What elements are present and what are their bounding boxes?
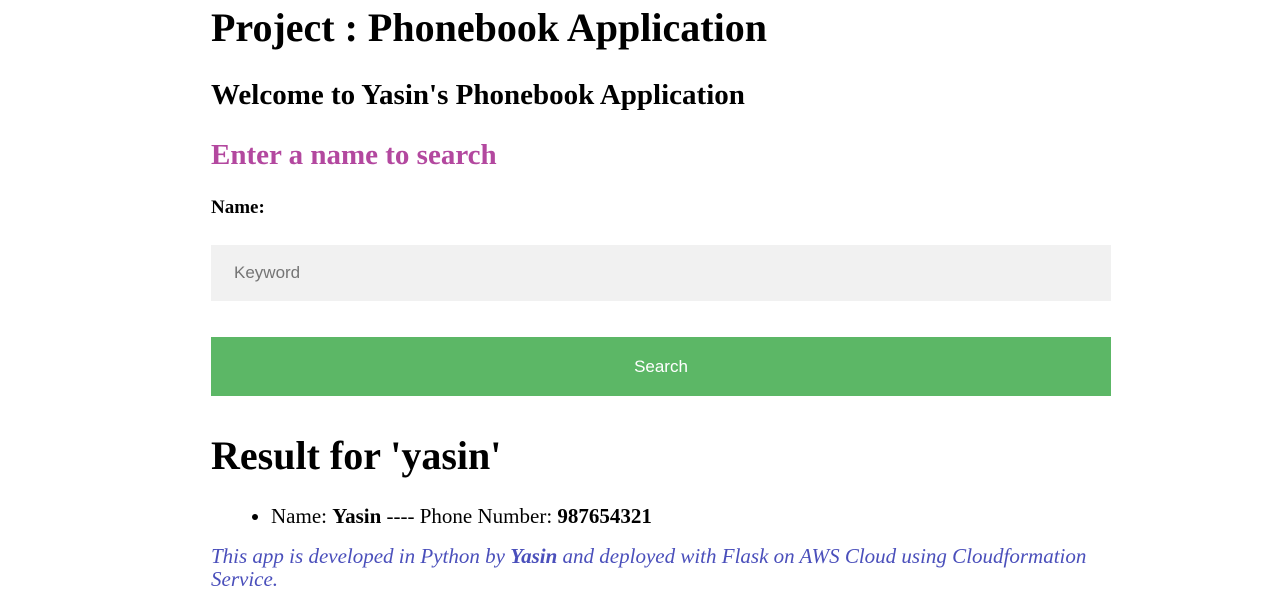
search-heading: Enter a name to search <box>211 139 497 171</box>
result-phone-value: 987654321 <box>557 504 652 528</box>
result-separator: ---- <box>386 504 415 528</box>
welcome-heading: Welcome to Yasin's Phonebook Application <box>211 79 745 111</box>
name-label: Name: <box>211 197 265 218</box>
footer-note: This app is developed in Python by Yasin… <box>211 545 1091 591</box>
result-name-value: Yasin <box>332 504 382 528</box>
result-title: Result for 'yasin' <box>211 433 502 478</box>
footer-author: Yasin <box>510 544 558 568</box>
keyword-input[interactable] <box>211 245 1111 301</box>
result-name-label: Name: <box>271 504 327 528</box>
result-list: Name: Yasin ---- Phone Number: 987654321 <box>211 503 652 529</box>
project-title: Project : Phonebook Application <box>211 5 767 50</box>
list-item: Name: Yasin ---- Phone Number: 987654321 <box>271 503 652 529</box>
result-phone-label: Phone Number: <box>419 504 553 528</box>
search-button[interactable]: Search <box>211 337 1111 396</box>
footer-text-before: This app is developed in Python by <box>211 544 511 568</box>
